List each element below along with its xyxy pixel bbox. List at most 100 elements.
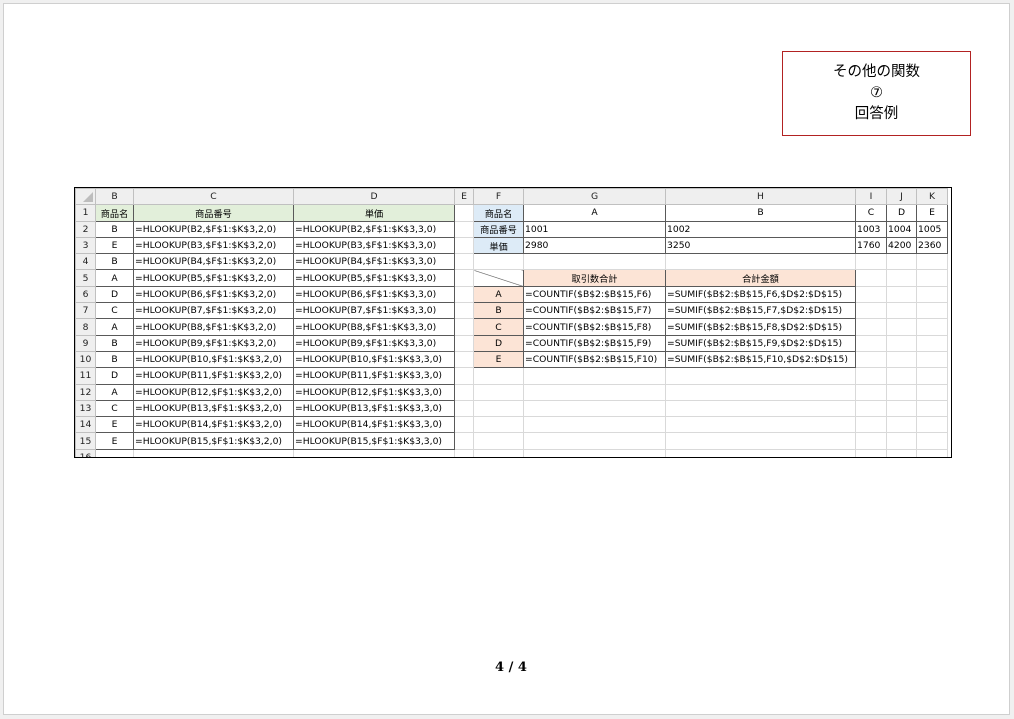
column-header-f[interactable]: F	[473, 188, 524, 206]
table-row: 3 E =HLOOKUP(B3,$F$1:$K$3,2,0) =HLOOKUP(B3,…	[75, 236, 948, 255]
lookup-number-cell: 1002	[665, 220, 856, 238]
cell	[523, 367, 666, 385]
product-name-cell: B	[95, 253, 134, 271]
countif-formula-cell: =COUNTIF($B$2:$B$15,F10)	[523, 350, 666, 369]
cell	[523, 253, 666, 271]
cell	[886, 416, 917, 434]
summary-name-cell: E	[473, 350, 524, 369]
cell	[473, 416, 524, 434]
cell	[473, 432, 524, 450]
row-header[interactable]: 10	[75, 350, 96, 369]
lookup-number-cell: 1003	[855, 220, 887, 238]
lookup-label-price: 単価	[473, 236, 524, 255]
cell	[855, 302, 887, 320]
cell	[855, 350, 887, 369]
formula-cell: =HLOOKUP(B13,$F$1:$K$3,3,0)	[293, 399, 455, 418]
lookup-name-cell: D	[886, 204, 917, 222]
row-header[interactable]: 9	[75, 334, 96, 352]
column-header-d[interactable]: D	[293, 188, 455, 206]
formula-cell: =HLOOKUP(B12,$F$1:$K$3,2,0)	[133, 383, 294, 401]
row-header[interactable]: 14	[75, 416, 96, 434]
select-all-corner[interactable]	[75, 188, 96, 206]
cell	[886, 269, 917, 287]
row-header[interactable]: 2	[75, 220, 96, 238]
cell	[473, 367, 524, 385]
cell	[454, 367, 474, 385]
lookup-number-cell: 1005	[916, 220, 948, 238]
column-header-c[interactable]: C	[133, 188, 294, 206]
row-header[interactable]: 1	[75, 204, 96, 222]
cell	[886, 285, 917, 304]
row-header[interactable]: 3	[75, 236, 96, 255]
table-row: 10 B =HLOOKUP(B10,$F$1:$K$3,2,0) =HLOOKUP(B…	[75, 350, 948, 369]
cell	[916, 253, 948, 271]
header-total-amount: 合計金額	[665, 269, 856, 287]
row-header[interactable]: 6	[75, 285, 96, 304]
row-header[interactable]: 8	[75, 318, 96, 336]
cell	[454, 269, 474, 287]
table-row: 13 C =HLOOKUP(B13,$F$1:$K$3,2,0) =HLOOKUP(B…	[75, 399, 948, 418]
countif-formula-cell: =COUNTIF($B$2:$B$15,F6)	[523, 285, 666, 304]
row-header[interactable]: 11	[75, 367, 96, 385]
cell	[886, 302, 917, 320]
product-name-cell: D	[95, 285, 134, 304]
cell	[855, 285, 887, 304]
cell	[855, 432, 887, 450]
cell	[886, 432, 917, 450]
cell	[454, 334, 474, 352]
column-header-j[interactable]: J	[886, 188, 917, 206]
cell	[665, 253, 856, 271]
cell	[454, 318, 474, 336]
cell	[916, 399, 948, 418]
column-header-h[interactable]: H	[665, 188, 856, 206]
column-header-b[interactable]: B	[95, 188, 134, 206]
cell	[916, 334, 948, 352]
cell	[454, 399, 474, 418]
product-name-cell: A	[95, 269, 134, 287]
table-row: 4 B =HLOOKUP(B4,$F$1:$K$3,2,0) =HLOOKUP(B4,…	[75, 253, 948, 271]
cell	[665, 448, 856, 457]
row-header[interactable]: 15	[75, 432, 96, 450]
formula-cell: =HLOOKUP(B13,$F$1:$K$3,2,0)	[133, 399, 294, 418]
title-line-3: 回答例	[854, 106, 899, 122]
lookup-price-cell: 2980	[523, 236, 666, 255]
row-header[interactable]: 16	[75, 448, 96, 457]
lookup-number-cell: 1001	[523, 220, 666, 238]
formula-cell: =HLOOKUP(B2,$F$1:$K$3,3,0)	[293, 220, 455, 238]
formula-cell: =HLOOKUP(B11,$F$1:$K$3,3,0)	[293, 367, 455, 385]
select-all-triangle-icon	[83, 192, 93, 203]
table-row: 2 B =HLOOKUP(B2,$F$1:$K$3,2,0) =HLOOKUP(B2,…	[75, 220, 948, 238]
cell	[916, 350, 948, 369]
title-line-2: ⑦	[870, 85, 883, 101]
cell	[886, 334, 917, 352]
formula-cell: =HLOOKUP(B6,$F$1:$K$3,3,0)	[293, 285, 455, 304]
cell	[916, 285, 948, 304]
row-header[interactable]: 13	[75, 399, 96, 418]
table-row: 14 E =HLOOKUP(B14,$F$1:$K$3,2,0) =HLOOKUP(B…	[75, 416, 948, 434]
product-name-cell: B	[95, 334, 134, 352]
table-row: 7 C =HLOOKUP(B7,$F$1:$K$3,2,0) =HLOOKUP(B7,…	[75, 302, 948, 320]
cell	[886, 318, 917, 336]
row-header[interactable]: 12	[75, 383, 96, 401]
row-header[interactable]: 4	[75, 253, 96, 271]
cell	[133, 448, 294, 457]
column-header-e[interactable]: E	[454, 188, 474, 206]
formula-cell: =HLOOKUP(B9,$F$1:$K$3,3,0)	[293, 334, 455, 352]
sumif-formula-cell: =SUMIF($B$2:$B$15,F6,$D$2:$D$15)	[665, 285, 856, 304]
table-row: 16	[75, 448, 948, 457]
formula-cell: =HLOOKUP(B3,$F$1:$K$3,2,0)	[133, 236, 294, 255]
lookup-price-cell: 1760	[855, 236, 887, 255]
product-name-cell: B	[95, 350, 134, 369]
column-header-g[interactable]: G	[523, 188, 666, 206]
header-product-number: 商品番号	[133, 204, 294, 222]
column-header-k[interactable]: K	[916, 188, 948, 206]
header-unit-price: 単価	[293, 204, 455, 222]
column-header-i[interactable]: I	[855, 188, 887, 206]
cell	[916, 269, 948, 287]
row-header[interactable]: 7	[75, 302, 96, 320]
row-header[interactable]: 5	[75, 269, 96, 287]
product-name-cell: B	[95, 220, 134, 238]
diagonal-corner-cell	[473, 269, 524, 287]
summary-name-cell: B	[473, 302, 524, 320]
cell	[665, 416, 856, 434]
